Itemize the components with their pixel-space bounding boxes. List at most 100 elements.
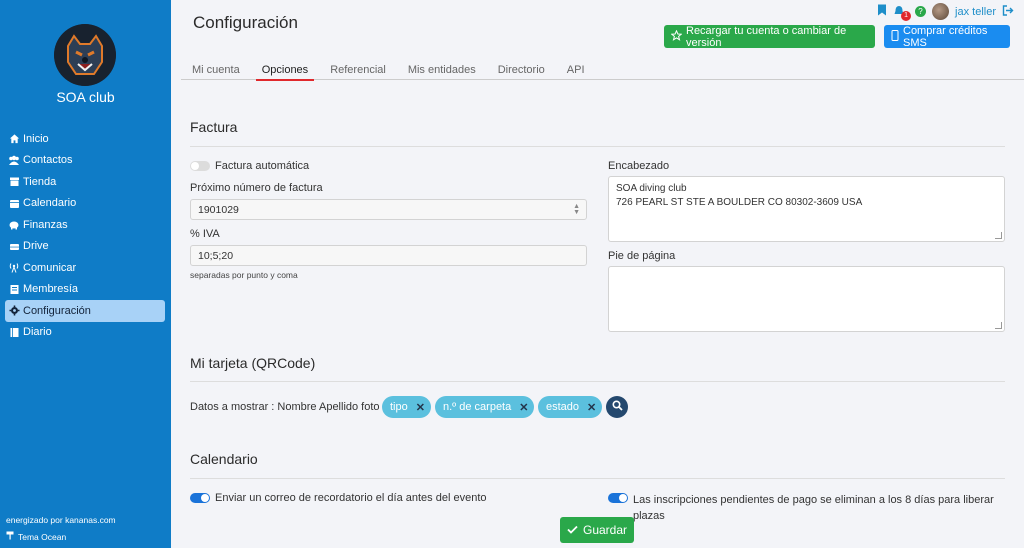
notification-count-badge: 1 (901, 10, 912, 21)
next-invoice-number-label: Próximo número de factura (190, 182, 323, 194)
sidebar-item-label: Diario (23, 326, 52, 339)
sidebar-item-label: Tienda (23, 175, 57, 188)
invoice-header-line: 726 PEARL ST STE A BOULDER CO 80302-3609… (616, 197, 863, 208)
invoice-header-textarea[interactable]: SOA diving club 726 PEARL ST STE A BOULD… (608, 176, 1005, 242)
number-stepper-icon[interactable]: ▲ ▼ (573, 203, 580, 216)
settings-tabs: Mi cuenta Opciones Referencial Mis entid… (181, 60, 1024, 81)
chip-numero-carpeta[interactable]: n.º de carpeta ✕ (435, 396, 535, 418)
membership-icon (8, 283, 20, 295)
paint-roller-icon (6, 531, 15, 542)
chip-tipo[interactable]: tipo ✕ (382, 396, 431, 418)
sidebar-item-label: Drive (23, 240, 49, 253)
auto-invoice-label: Factura automática (215, 160, 310, 172)
sidebar-item-label: Membresía (23, 283, 79, 296)
sidebar-nav: Inicio Contactos Tienda Calendario Finan… (5, 128, 165, 343)
recharge-account-label: Recargar tu cuenta o cambiar de versión (686, 24, 847, 49)
close-icon[interactable]: ✕ (416, 401, 425, 414)
sidebar-item-drive[interactable]: Drive (5, 236, 165, 258)
divider (190, 478, 1005, 479)
sidebar-item-inicio[interactable]: Inicio (5, 128, 165, 150)
tab-directorio[interactable]: Directorio (487, 60, 556, 80)
resize-handle-icon[interactable] (995, 322, 1002, 329)
calendar-icon (8, 197, 20, 209)
sidebar-item-finanzas[interactable]: Finanzas (5, 214, 165, 236)
powered-by-link[interactable]: energizado por kananas.com (6, 515, 116, 525)
calendar-section-title: Calendario (190, 451, 258, 467)
iva-input[interactable]: 10;5;20 (190, 245, 587, 266)
chip-label: estado (546, 401, 580, 413)
sidebar-item-contactos[interactable]: Contactos (5, 150, 165, 172)
search-fields-button[interactable] (606, 396, 628, 418)
divider (190, 146, 1005, 147)
sidebar-item-label: Calendario (23, 197, 77, 210)
notifications-button[interactable]: 1 (893, 5, 912, 21)
chip-label: n.º de carpeta (443, 401, 512, 413)
save-label: Guardar (582, 523, 628, 537)
theme-label: Tema Ocean (18, 531, 67, 542)
sidebar-item-label: Inicio (23, 132, 49, 145)
auto-invoice-toggle[interactable] (190, 161, 210, 171)
gear-icon (8, 305, 20, 317)
chip-estado[interactable]: estado ✕ (538, 396, 603, 418)
qrcode-section-title: Mi tarjeta (QRCode) (190, 355, 316, 371)
invoice-header-line: SOA diving club (616, 183, 687, 194)
sidebar-item-label: Configuración (23, 304, 91, 317)
pending-payment-toggle[interactable] (608, 493, 628, 503)
pending-payment-label: Las inscripciones pendientes de pago se … (633, 494, 994, 522)
close-icon[interactable]: ✕ (519, 401, 528, 414)
factura-section-title: Factura (190, 119, 238, 135)
sidebar-item-label: Finanzas (23, 218, 68, 231)
sidebar-item-tienda[interactable]: Tienda (5, 171, 165, 193)
tab-api[interactable]: API (556, 60, 596, 80)
resize-handle-icon[interactable] (995, 232, 1002, 239)
page-title: Configuración (193, 13, 298, 32)
club-name: SOA club (56, 89, 115, 105)
sidebar-item-comunicar[interactable]: Comunicar (5, 257, 165, 279)
top-toolbar: 1 ? jax teller (877, 3, 1014, 21)
buy-sms-credits-label: Comprar créditos SMS (903, 24, 988, 49)
save-button[interactable]: Guardar (560, 517, 634, 543)
star-icon (670, 29, 683, 44)
iva-value: 10;5;20 (198, 249, 234, 262)
tab-opciones[interactable]: Opciones (251, 60, 319, 81)
recharge-account-button[interactable]: Recargar tu cuenta o cambiar de versión (664, 24, 875, 49)
next-invoice-number-input[interactable]: 1901029 ▲ ▼ (190, 199, 587, 220)
piggy-bank-icon (8, 219, 20, 231)
tab-mis-entidades[interactable]: Mis entidades (397, 60, 487, 80)
theme-selector[interactable]: Tema Ocean (6, 531, 66, 542)
store-icon (8, 176, 20, 188)
sidebar-item-configuracion[interactable]: Configuración (5, 300, 165, 322)
user-name-link[interactable]: jax teller (955, 6, 996, 18)
sidebar-item-diario[interactable]: Diario (5, 322, 165, 344)
bookmark-icon[interactable] (877, 4, 887, 19)
sidebar-item-label: Comunicar (23, 261, 77, 274)
search-icon (611, 400, 623, 414)
close-icon[interactable]: ✕ (587, 401, 596, 414)
tab-referencial[interactable]: Referencial (319, 60, 397, 80)
drive-icon (8, 240, 20, 252)
sidebar-item-calendario[interactable]: Calendario (5, 193, 165, 215)
avatar[interactable] (932, 3, 950, 20)
buy-sms-credits-button[interactable]: Comprar créditos SMS (884, 24, 1010, 49)
logout-icon[interactable] (1002, 4, 1014, 19)
broadcast-icon (8, 262, 20, 274)
invoice-footer-textarea[interactable] (608, 266, 1005, 332)
chip-label: tipo (390, 401, 408, 413)
mobile-phone-icon (891, 29, 899, 44)
journal-icon (8, 326, 20, 338)
sidebar-item-label: Contactos (23, 154, 73, 167)
qrcode-display-label: Datos a mostrar : Nombre Apellido foto (190, 401, 380, 413)
help-icon[interactable]: ? (915, 6, 927, 17)
reminder-email-label: Enviar un correo de recordatorio el día … (215, 492, 487, 504)
divider (190, 381, 1005, 382)
iva-label: % IVA (190, 228, 220, 240)
users-icon (8, 154, 20, 166)
home-icon (8, 133, 20, 145)
club-logo (54, 24, 116, 86)
invoice-header-label: Encabezado (608, 160, 670, 172)
sidebar: SOA club Inicio Contactos Tienda Calenda… (0, 0, 171, 548)
next-invoice-number-value: 1901029 (198, 203, 239, 216)
tab-mi-cuenta[interactable]: Mi cuenta (181, 60, 251, 80)
sidebar-item-membresia[interactable]: Membresía (5, 279, 165, 301)
reminder-email-toggle[interactable] (190, 493, 210, 503)
